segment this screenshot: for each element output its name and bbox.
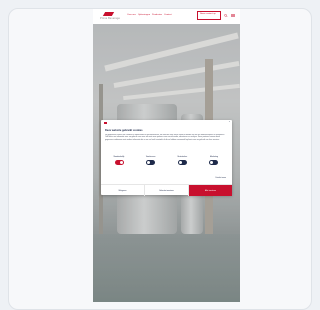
- preferences-toggle[interactable]: [146, 160, 156, 165]
- nav-item[interactable]: Oplossingen: [138, 14, 150, 17]
- nav-item[interactable]: Over ons: [127, 14, 136, 17]
- consent-buttons: Weigeren Selectie toestaan Alle toestaan: [101, 184, 232, 196]
- deny-button[interactable]: Weigeren: [101, 185, 145, 196]
- allow-selection-button[interactable]: Selectie toestaan: [145, 185, 189, 196]
- cookiebot-logo-icon: [104, 122, 107, 124]
- site-header: Prime Beverage Over ons Oplossingen Prod…: [93, 9, 240, 25]
- category-label: Statistieken: [177, 156, 188, 158]
- marketing-toggle[interactable]: [209, 160, 219, 165]
- brand-name: Prime Beverage: [100, 17, 120, 20]
- category-preferences: Voorkeuren: [137, 156, 165, 178]
- statistics-toggle[interactable]: [177, 160, 187, 165]
- mobile-screenshot: Prime Beverage Over ons Oplossingen Prod…: [93, 9, 240, 302]
- category-label: Noodzakelijk: [113, 156, 125, 158]
- nav-item[interactable]: Contact: [164, 14, 172, 17]
- dialog-title: Deze website gebruikt cookies: [105, 129, 143, 132]
- necessary-toggle[interactable]: [114, 160, 124, 165]
- dialog-body-text: Wij gebruiken cookies om content en adve…: [105, 134, 225, 141]
- allow-all-button[interactable]: Alle toestaan: [189, 185, 232, 196]
- top-nav: Over ons Oplossingen Producten Contact: [127, 14, 172, 17]
- consent-categories: Noodzakelijk Voorkeuren Statistieken Mar…: [105, 156, 228, 178]
- category-necessary: Noodzakelijk: [105, 156, 133, 178]
- category-label: Voorkeuren: [145, 156, 156, 158]
- search-icon[interactable]: [224, 14, 228, 17]
- cookie-consent-dialog: × Deze website gebruikt cookies Wij gebr…: [101, 120, 232, 196]
- brand-logo-icon[interactable]: [102, 12, 115, 16]
- nav-item[interactable]: Producten: [152, 14, 162, 17]
- category-marketing: Marketing: [200, 156, 228, 178]
- menu-icon[interactable]: [231, 14, 235, 17]
- show-details-link[interactable]: Details tonen: [216, 177, 227, 179]
- header-contact-button[interactable]: Neem contact op: [197, 11, 221, 20]
- category-statistics: Statistieken: [168, 156, 196, 178]
- category-label: Marketing: [209, 156, 219, 158]
- close-icon[interactable]: ×: [229, 121, 230, 124]
